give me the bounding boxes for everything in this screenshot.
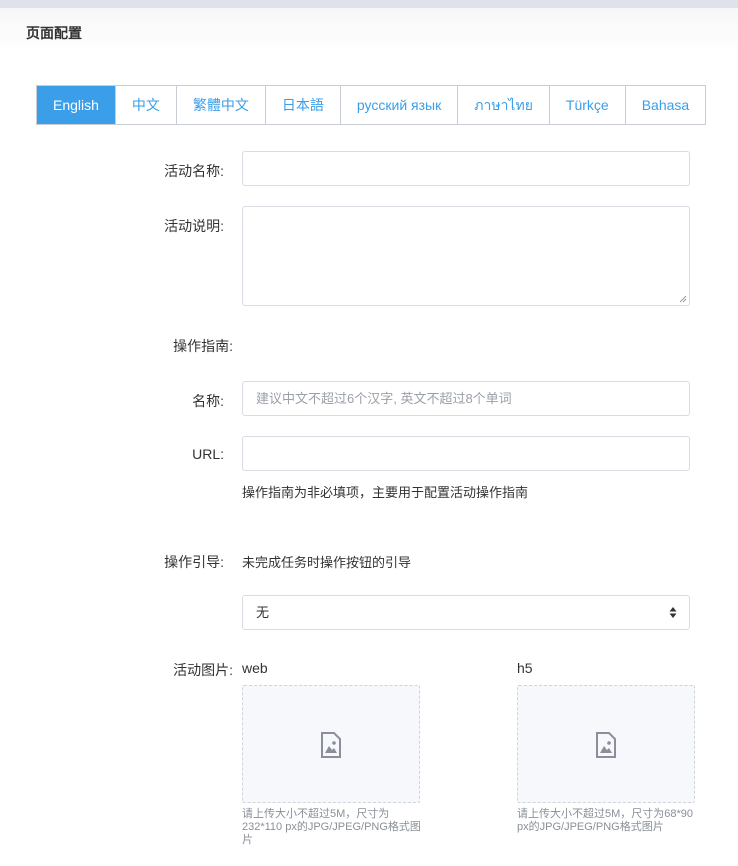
guide-name-input[interactable]: 建议中文不超过6个汉字, 英文不超过8个单词 [242,381,690,416]
tab-bahasa[interactable]: Bahasa [624,86,705,124]
guide-url-input[interactable] [242,436,690,471]
upload-h5-box[interactable] [517,685,695,803]
sort-arrows-icon [669,607,677,618]
top-strip [0,0,738,8]
tab-traditional-chinese[interactable]: 繁體中文 [175,86,265,124]
tab-english[interactable]: English [37,86,115,124]
resize-handle-icon[interactable] [679,295,687,303]
upload-web-note: 请上传大小不超过5M，尺寸为232*110 px的JPG/JPEG/PNG格式图… [242,808,421,846]
config-panel: 页面配置 English 中文 繁體中文 日本語 русский язык ภา… [0,8,738,866]
lead-select[interactable]: 无 [242,595,690,630]
tab-russian[interactable]: русский язык [339,86,457,124]
image-placeholder-icon [596,732,616,758]
page-title: 页面配置 [26,25,82,41]
tab-japanese[interactable]: 日本語 [264,86,340,124]
upload-web-box[interactable] [242,685,420,803]
lead-hint: 未完成任务时操作按钮的引导 [242,555,412,570]
language-tabs: English 中文 繁體中文 日本語 русский язык ภาษาไทย… [36,85,707,125]
tab-turkish[interactable]: Türkçe [548,86,625,124]
guide-hint: 操作指南为非必填项，主要用于配置活动操作指南 [242,485,529,500]
upload-h5-note: 请上传大小不超过5M，尺寸为68*90 px的JPG/JPEG/PNG格式图片 [517,808,694,833]
activity-desc-label: 活动说明: [164,218,224,234]
tab-thai[interactable]: ภาษาไทย [457,86,549,124]
upload-web-title: web [242,660,268,676]
guide-name-label: 名称: [192,393,224,409]
activity-name-input[interactable] [242,151,690,186]
panel-header: 页面配置 [0,8,738,52]
tab-simplified-chinese[interactable]: 中文 [114,86,176,124]
guide-url-label: URL: [192,446,224,462]
image-placeholder-icon [321,732,341,758]
lead-label: 操作引导: [164,554,224,570]
upload-h5-title: h5 [517,660,533,676]
activity-desc-textarea[interactable] [242,206,690,306]
activity-name-label: 活动名称: [164,163,224,179]
guide-section-label: 操作指南: [173,338,233,354]
image-label: 活动图片: [173,662,233,678]
lead-select-value: 无 [256,605,270,620]
